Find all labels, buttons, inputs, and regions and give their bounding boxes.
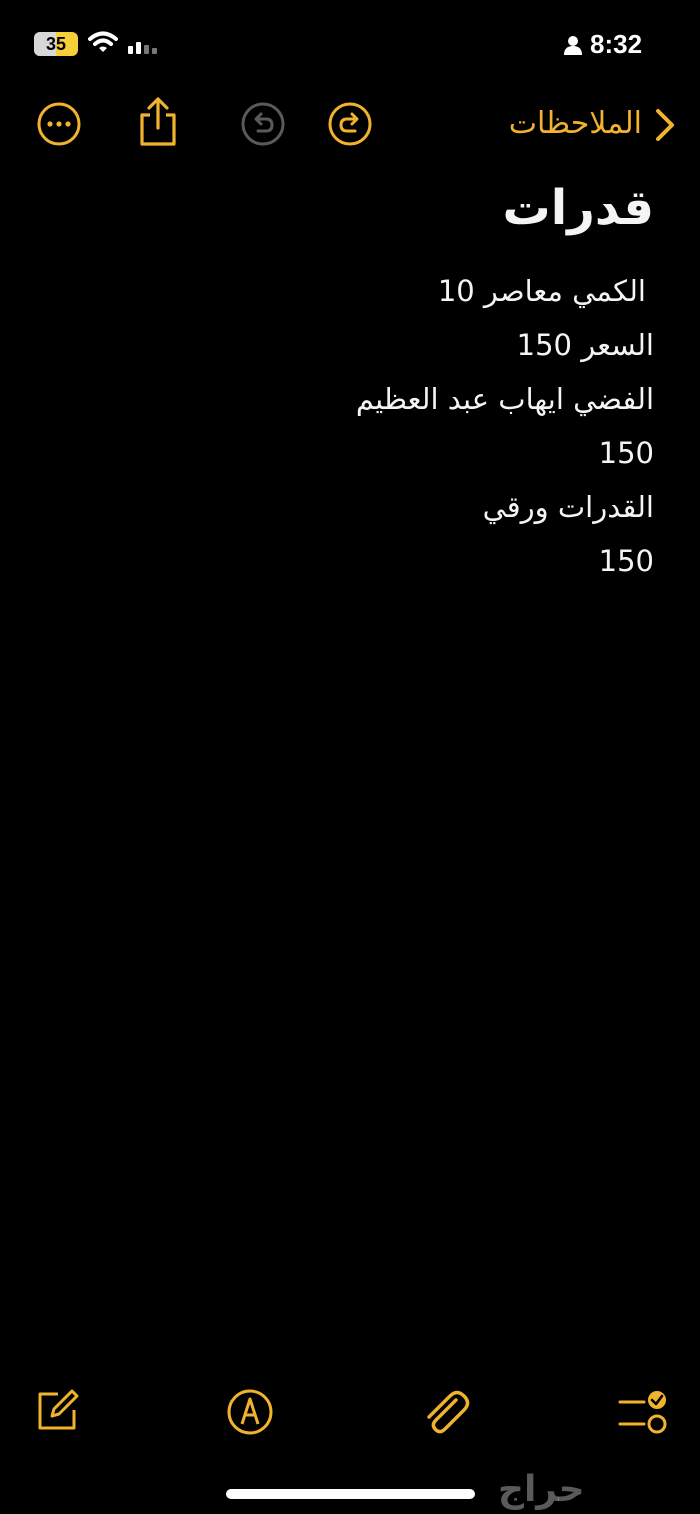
note-title[interactable]: قدرات [34,170,654,246]
checklist-icon [618,1391,667,1434]
more-icon [37,102,81,146]
markup-icon [227,1389,273,1435]
status-bar: 35 8:32 [0,0,700,90]
note-line[interactable]: 150 [34,426,654,480]
cellular-signal-icon [128,42,157,54]
person-icon [564,36,582,55]
note-body[interactable]: قدرات الكمي معاصر 10 السعر 150 الفضي ايه… [34,170,654,588]
undo-icon [241,102,285,146]
home-indicator[interactable] [226,1489,475,1499]
compose-icon [38,1389,79,1430]
share-icon [140,97,176,146]
back-label: الملاحظات [508,106,642,141]
new-note-button[interactable] [34,1388,80,1438]
share-button[interactable] [136,96,180,152]
battery-icon: 35 [34,32,78,56]
status-time: 8:32 [590,29,643,59]
more-options-button[interactable] [36,101,82,151]
battery-level: 35 [45,34,67,54]
note-line[interactable]: السعر 150 [34,318,654,372]
attachment-button[interactable] [420,1386,470,1442]
wifi-icon [88,31,118,52]
watermark: حراج [498,1469,585,1510]
checklist-button[interactable] [614,1388,670,1442]
redo-button[interactable] [327,101,373,151]
attachment-icon [427,1390,470,1434]
undo-button[interactable] [240,101,286,151]
note-line[interactable]: 150 [34,534,654,588]
chevron-right-icon [656,109,674,141]
note-line[interactable]: القدرات ورقي [34,480,654,534]
markup-button[interactable] [226,1388,274,1440]
back-to-notes-button[interactable]: الملاحظات [490,100,690,148]
note-line[interactable]: الفضي ايهاب عبد العظيم [34,372,654,426]
redo-icon [328,102,372,146]
note-line[interactable]: الكمي معاصر 10 [34,264,654,318]
